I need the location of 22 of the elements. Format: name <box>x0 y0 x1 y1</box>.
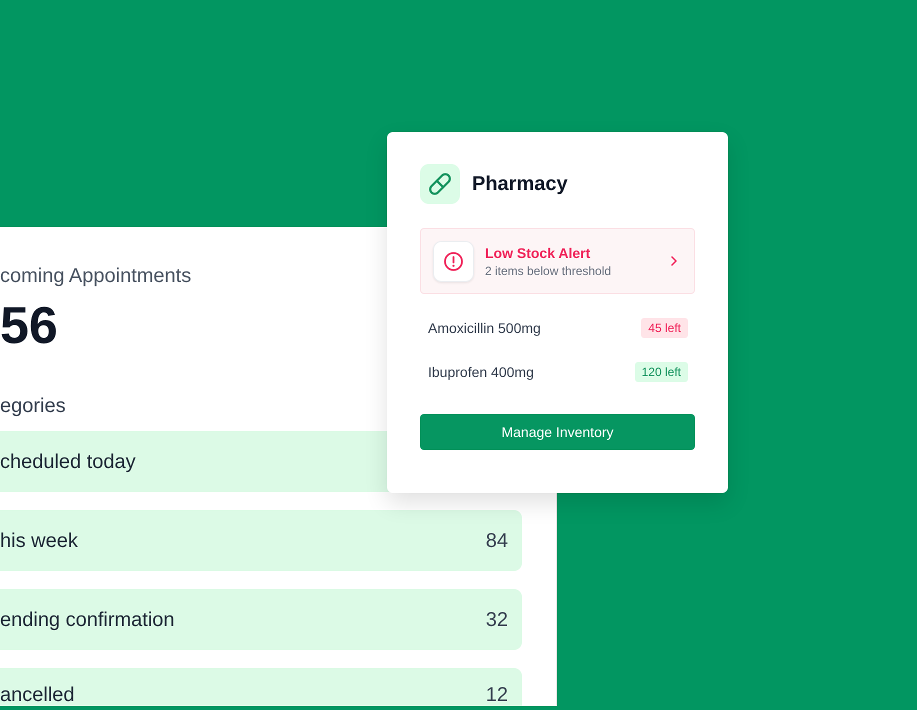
alert-banner[interactable]: Low Stock Alert 2 items below threshold <box>420 228 695 294</box>
category-label: ending confirmation <box>0 608 175 630</box>
alert-subtitle: 2 items below threshold <box>485 264 612 278</box>
total-count: 56 <box>0 299 58 353</box>
category-count: 12 <box>486 684 508 706</box>
category-label: his week <box>0 530 78 552</box>
pill-icon <box>420 164 460 204</box>
stock-badge: 45 left <box>641 318 688 338</box>
alert-icon <box>433 240 474 282</box>
appointments-title: coming Appointments <box>0 264 192 288</box>
chevron-icon <box>671 256 677 266</box>
category-label: cheduled today <box>0 450 136 472</box>
medicine-name: Amoxicillin 500mg <box>428 320 541 336</box>
category-count: 84 <box>486 530 508 552</box>
category-label: ancelled <box>0 684 75 706</box>
manage-inventory-button[interactable]: Manage Inventory <box>420 414 695 450</box>
medicine-name: Ibuprofen 400mg <box>428 364 534 380</box>
stock-badge: 120 left <box>634 362 688 382</box>
alert-title: Low Stock Alert <box>485 244 590 262</box>
category-count: 32 <box>486 608 508 630</box>
pharmacy-title: Pharmacy <box>472 172 568 196</box>
categories-heading: egories <box>0 394 66 418</box>
